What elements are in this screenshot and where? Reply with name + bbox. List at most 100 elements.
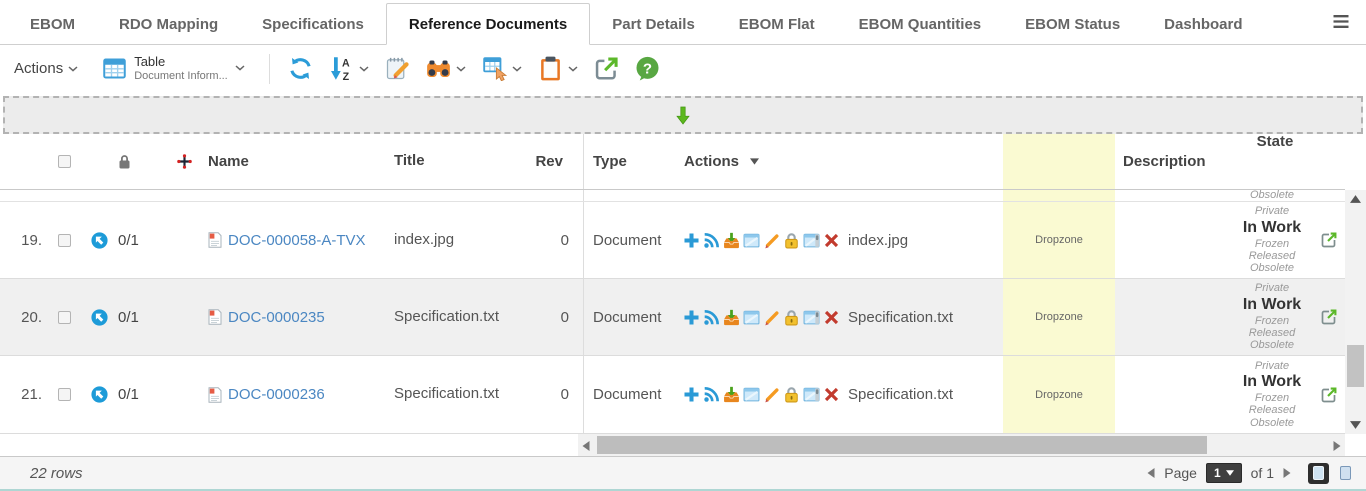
partial-row-state: Obsolete: [1232, 190, 1312, 201]
scroll-up-icon[interactable]: [1350, 195, 1361, 203]
subscribe-icon[interactable]: [703, 309, 720, 326]
tab-ebom-quantities[interactable]: EBOM Quantities: [837, 4, 1004, 44]
document-type: Document: [583, 202, 680, 278]
compact-view-toggle[interactable]: [1335, 463, 1356, 484]
hamburger-menu-icon[interactable]: [1332, 14, 1350, 44]
add-icon[interactable]: [683, 232, 700, 249]
header-description[interactable]: Description: [1115, 134, 1232, 189]
tab-specifications[interactable]: Specifications: [240, 4, 386, 44]
document-icon: [208, 232, 222, 248]
tab-dashboard[interactable]: Dashboard: [1142, 4, 1264, 44]
attached-file-name[interactable]: index.jpg: [848, 232, 908, 249]
checkin-download-icon[interactable]: [723, 386, 740, 403]
column-select-button[interactable]: [482, 56, 522, 81]
actions-filter-icon[interactable]: [750, 158, 759, 165]
header-state[interactable]: State: [1232, 134, 1312, 189]
dropzone-cell[interactable]: Dropzone: [1003, 279, 1115, 355]
view-selector-button[interactable]: Table Document Inform...: [102, 55, 245, 83]
open-in-new-icon[interactable]: [1320, 386, 1338, 404]
state-label: Frozen: [1255, 315, 1289, 327]
sort-button[interactable]: [329, 56, 369, 81]
tab-part-details[interactable]: Part Details: [590, 4, 717, 44]
horizontal-scrollbar[interactable]: [578, 434, 1345, 456]
view-file-icon[interactable]: [743, 309, 760, 326]
lock-icon[interactable]: [783, 386, 800, 403]
row-checkbox[interactable]: [58, 311, 71, 324]
edit-icon[interactable]: [763, 309, 780, 326]
horizontal-scrollbar-thumb[interactable]: [597, 436, 1207, 454]
header-actions[interactable]: Actions: [680, 134, 1003, 189]
next-page-icon[interactable]: [1283, 468, 1291, 478]
preview-icon[interactable]: [803, 386, 820, 403]
refresh-button[interactable]: [288, 56, 313, 81]
state-label: Obsolete: [1250, 417, 1294, 429]
dropzone-cell[interactable]: Dropzone: [1003, 356, 1115, 433]
navigate-related-icon[interactable]: [91, 386, 108, 403]
full-view-toggle[interactable]: [1308, 463, 1329, 484]
subscribe-icon[interactable]: [703, 232, 720, 249]
select-all-checkbox[interactable]: [58, 155, 71, 168]
table-row: 21. 0/1 DOC-0000236 Specification.txt 0 …: [0, 356, 1345, 434]
document-type: Document: [583, 279, 680, 355]
attached-file-name[interactable]: Specification.txt: [848, 386, 953, 403]
scroll-down-icon[interactable]: [1350, 421, 1361, 429]
actions-cell: Specification.txt: [680, 279, 1003, 355]
state-label: Obsolete: [1250, 190, 1294, 201]
scroll-right-icon[interactable]: [1333, 441, 1341, 451]
delete-icon[interactable]: [823, 232, 840, 249]
vertical-scrollbar-thumb[interactable]: [1347, 345, 1364, 387]
description-cell: [1115, 202, 1232, 278]
delete-icon[interactable]: [823, 309, 840, 326]
add-icon[interactable]: [683, 386, 700, 403]
actions-menu-button[interactable]: Actions: [14, 60, 78, 77]
page-select[interactable]: 1: [1206, 463, 1242, 483]
tab-rdo-mapping[interactable]: RDO Mapping: [97, 4, 240, 44]
preview-icon[interactable]: [803, 232, 820, 249]
header-rev[interactable]: Rev: [529, 134, 583, 189]
checkin-download-icon[interactable]: [723, 232, 740, 249]
file-dropzone-band[interactable]: [3, 96, 1363, 134]
tab-ebom-flat[interactable]: EBOM Flat: [717, 4, 837, 44]
tab-reference-documents[interactable]: Reference Documents: [386, 3, 590, 45]
vertical-scrollbar[interactable]: [1345, 190, 1366, 434]
tab-ebom[interactable]: EBOM: [8, 4, 97, 44]
preview-icon[interactable]: [803, 309, 820, 326]
document-name-link[interactable]: DOC-000058-A-TVX: [228, 232, 366, 249]
dropzone-cell[interactable]: Dropzone: [1003, 202, 1115, 278]
lock-icon[interactable]: [783, 232, 800, 249]
help-button[interactable]: [635, 56, 660, 81]
export-button[interactable]: [594, 56, 619, 81]
tab-bar: EBOM RDO Mapping Specifications Referenc…: [0, 0, 1366, 45]
edit-icon[interactable]: [763, 232, 780, 249]
subscribe-icon[interactable]: [703, 386, 720, 403]
find-button[interactable]: [426, 56, 466, 81]
row-checkbox[interactable]: [58, 234, 71, 247]
lock-ratio: 0/1: [118, 202, 164, 278]
clipboard-button[interactable]: [538, 56, 578, 81]
mass-edit-button[interactable]: [385, 56, 410, 81]
header-title[interactable]: Title: [394, 134, 529, 189]
open-in-new-icon[interactable]: [1320, 231, 1338, 249]
row-checkbox[interactable]: [58, 388, 71, 401]
document-name-link[interactable]: DOC-0000235: [228, 309, 325, 326]
state-label: Frozen: [1255, 392, 1289, 404]
edit-icon[interactable]: [763, 386, 780, 403]
tab-ebom-status[interactable]: EBOM Status: [1003, 4, 1142, 44]
previous-page-icon[interactable]: [1147, 468, 1155, 478]
scroll-left-icon[interactable]: [582, 441, 590, 451]
header-type[interactable]: Type: [583, 134, 680, 189]
delete-icon[interactable]: [823, 386, 840, 403]
add-icon[interactable]: [683, 309, 700, 326]
checkin-download-icon[interactable]: [723, 309, 740, 326]
view-file-icon[interactable]: [743, 386, 760, 403]
document-name-link[interactable]: DOC-0000236: [228, 386, 325, 403]
chevron-down-icon: [512, 66, 522, 72]
header-name[interactable]: Name: [204, 134, 394, 189]
open-in-new-icon[interactable]: [1320, 308, 1338, 326]
app-window: EBOM RDO Mapping Specifications Referenc…: [0, 0, 1366, 491]
view-file-icon[interactable]: [743, 232, 760, 249]
lock-icon[interactable]: [783, 309, 800, 326]
attached-file-name[interactable]: Specification.txt: [848, 309, 953, 326]
navigate-related-icon[interactable]: [91, 232, 108, 249]
navigate-related-icon[interactable]: [91, 309, 108, 326]
